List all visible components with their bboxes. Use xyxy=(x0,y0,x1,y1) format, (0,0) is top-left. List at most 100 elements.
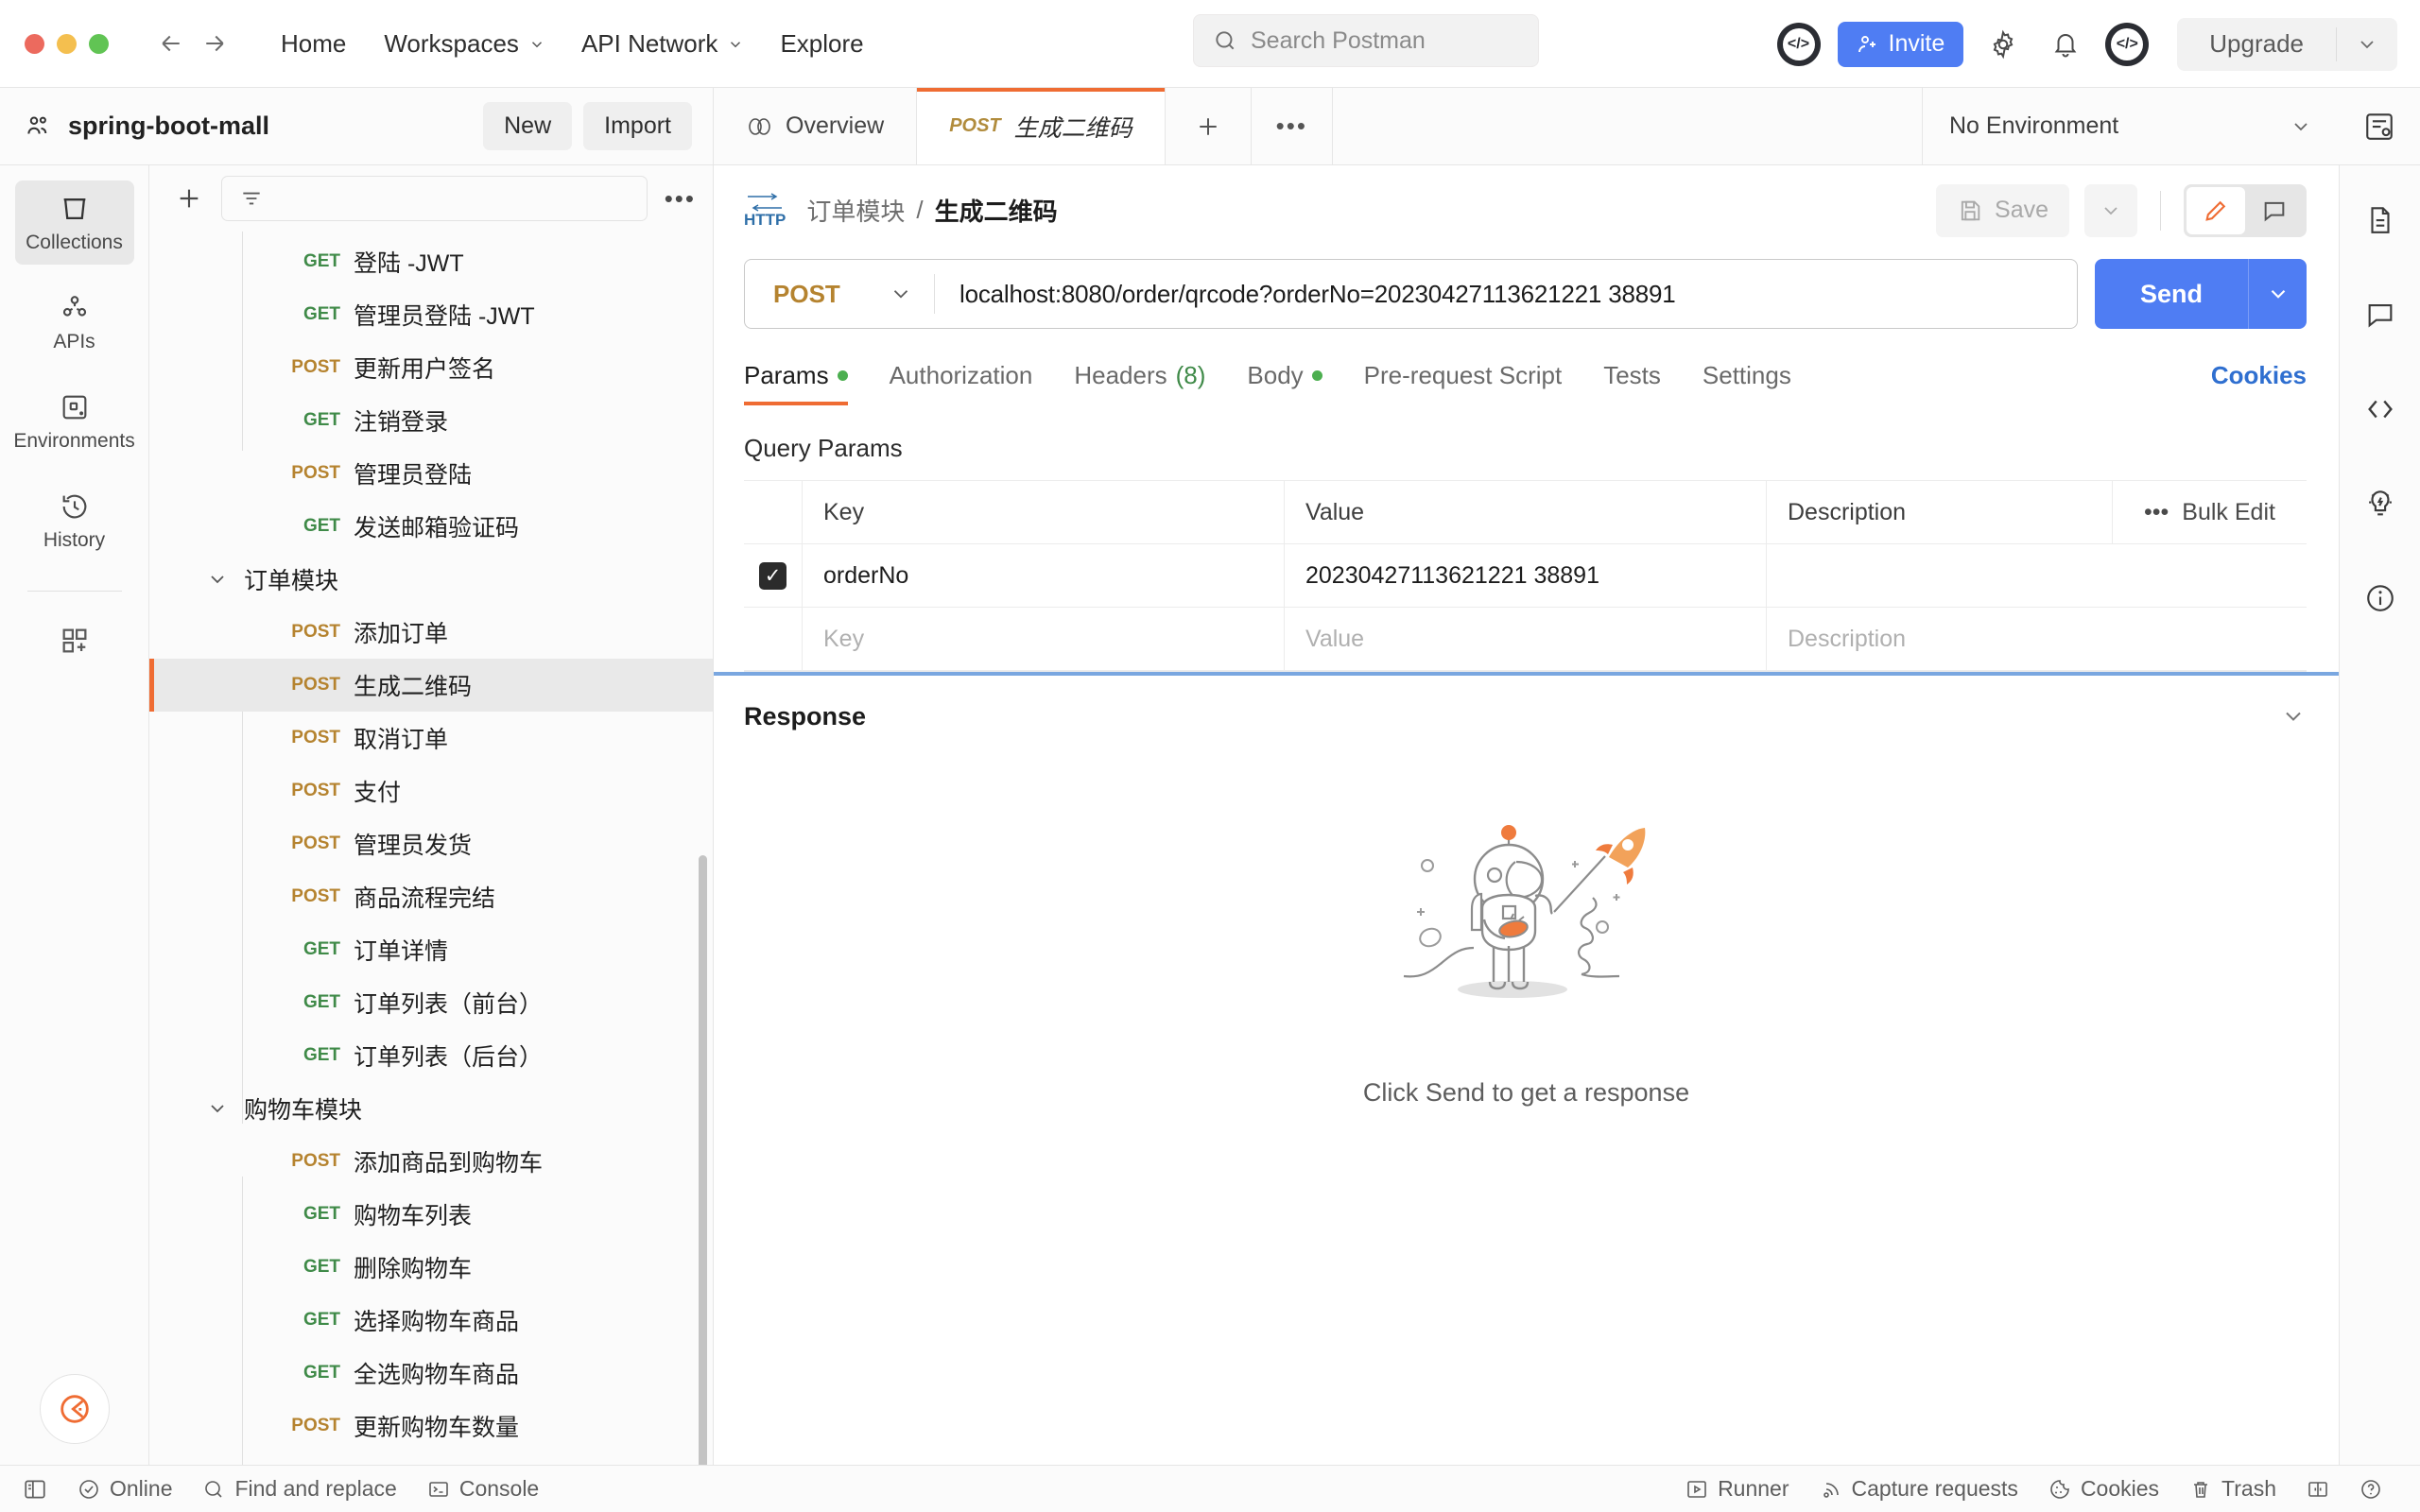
close-window-button[interactable] xyxy=(25,33,44,54)
tab-overview[interactable]: Overview xyxy=(714,88,918,164)
list-item-selected[interactable]: POST 生成二维码 xyxy=(149,659,713,712)
tab-pre-request-script[interactable]: Pre-request Script xyxy=(1364,352,1563,405)
code-icon[interactable] xyxy=(2354,383,2407,436)
list-item[interactable]: GET 注销登录 xyxy=(149,394,713,447)
chevron-down-icon[interactable] xyxy=(206,568,229,591)
bulk-edit-control[interactable]: ••• Bulk Edit xyxy=(2113,481,2307,543)
rail-item-environments[interactable]: Environments xyxy=(13,379,135,463)
documentation-icon[interactable] xyxy=(2354,194,2407,247)
method-selector[interactable]: POST xyxy=(745,280,934,309)
chevron-down-icon[interactable] xyxy=(889,282,913,306)
add-collection-icon[interactable] xyxy=(174,183,204,214)
tab-options-icon[interactable]: ••• xyxy=(1252,88,1333,164)
info-bulb-icon[interactable] xyxy=(2354,477,2407,530)
environment-quick-look-icon[interactable] xyxy=(2339,88,2420,164)
send-control[interactable]: Send xyxy=(2094,259,2307,329)
cookies-link[interactable]: Cookies xyxy=(2211,361,2307,405)
row-key-placeholder[interactable]: Key xyxy=(803,608,1285,670)
invite-button[interactable]: Invite xyxy=(1837,21,1964,67)
edit-pencil-icon[interactable] xyxy=(2187,186,2245,234)
menu-item-workspaces[interactable]: Workspaces xyxy=(365,22,562,66)
checkbox-checked-icon[interactable]: ✓ xyxy=(759,561,786,590)
list-item[interactable]: GET 发送邮箱验证码 xyxy=(149,500,713,553)
chevron-down-icon[interactable] xyxy=(206,1097,229,1120)
list-item[interactable]: GET 订单详情 xyxy=(149,923,713,976)
table-row[interactable]: ✓ orderNo 20230427113621221 38891 xyxy=(744,544,2307,608)
tab-settings[interactable]: Settings xyxy=(1703,352,1791,405)
chevron-down-icon[interactable] xyxy=(2280,703,2307,730)
menu-item-home[interactable]: Home xyxy=(262,22,365,66)
table-options-icon[interactable]: ••• xyxy=(2144,499,2169,526)
runner-button[interactable]: Runner xyxy=(1685,1476,1804,1502)
row-key[interactable]: orderNo xyxy=(803,544,1285,607)
user-avatar[interactable]: </> xyxy=(2105,22,2150,66)
bell-icon[interactable] xyxy=(2043,22,2088,67)
info-circle-icon[interactable] xyxy=(2354,572,2407,625)
list-item[interactable]: POST 商品流程完结 xyxy=(149,870,713,923)
tab-params[interactable]: Params xyxy=(744,352,848,405)
rail-item-add-module[interactable] xyxy=(15,612,134,667)
tab-body[interactable]: Body xyxy=(1247,352,1322,405)
list-item[interactable]: POST 取消订单 xyxy=(149,712,713,765)
rail-item-history[interactable]: History xyxy=(15,478,134,562)
tab-tests[interactable]: Tests xyxy=(1603,352,1661,405)
list-item[interactable]: GET 选择购物车商品 xyxy=(149,1294,713,1347)
postman-bot-icon[interactable] xyxy=(39,1374,110,1444)
list-item[interactable]: POST 管理员发货 xyxy=(149,817,713,870)
upgrade-control[interactable]: Upgrade xyxy=(2177,17,2397,71)
new-button[interactable]: New xyxy=(483,102,573,150)
environment-selector[interactable]: No Environment xyxy=(1923,88,2339,164)
breadcrumb[interactable]: 订单模块 / 生成二维码 xyxy=(806,193,1057,228)
list-item[interactable]: POST 添加商品到购物车 xyxy=(149,1135,713,1188)
save-options-chevron-icon[interactable] xyxy=(2084,183,2137,237)
help-button[interactable] xyxy=(2344,1478,2397,1501)
breadcrumb-parent[interactable]: 订单模块 xyxy=(806,193,905,228)
table-placeholder-row[interactable]: Key Value Description xyxy=(744,608,2307,671)
sidebar-scrollbar[interactable] xyxy=(699,855,707,1465)
window-controls[interactable] xyxy=(0,33,109,54)
row-description-placeholder[interactable]: Description xyxy=(1767,608,2307,670)
search-input[interactable]: Search Postman xyxy=(1193,14,1539,67)
tab-headers[interactable]: Headers (8) xyxy=(1074,352,1205,405)
menu-item-api-network[interactable]: API Network xyxy=(562,22,762,66)
layout-toggle-button[interactable] xyxy=(2291,1478,2344,1501)
comment-bubble-icon[interactable] xyxy=(2245,187,2304,234)
new-tab-button[interactable] xyxy=(1166,88,1252,164)
menu-item-explore[interactable]: Explore xyxy=(761,22,882,66)
collections-tree[interactable]: GET 登陆 -JWT GET 管理员登陆 -JWT POST 更新用户签名 G… xyxy=(149,232,713,1465)
chevron-down-icon[interactable] xyxy=(2337,33,2397,56)
online-status[interactable]: Online xyxy=(62,1476,187,1502)
find-and-replace-button[interactable]: Find and replace xyxy=(187,1476,411,1502)
row-checkbox-cell[interactable] xyxy=(744,608,803,670)
list-item[interactable]: GET 登陆 -JWT xyxy=(149,235,713,288)
rail-item-collections[interactable]: Collections xyxy=(14,180,134,265)
chevron-down-icon[interactable] xyxy=(2290,115,2312,138)
minimize-window-button[interactable] xyxy=(57,33,77,54)
import-button[interactable]: Import xyxy=(583,102,692,150)
url-input[interactable]: localhost:8080/order/qrcode?orderNo=2023… xyxy=(935,280,2077,309)
trash-button[interactable]: Trash xyxy=(2174,1476,2291,1502)
history-nav[interactable] xyxy=(152,25,233,62)
view-mode-toggle[interactable] xyxy=(2184,183,2307,237)
send-options-chevron-icon[interactable] xyxy=(2248,259,2307,329)
list-item[interactable]: POST 添加订单 xyxy=(149,606,713,659)
top-menu[interactable]: Home Workspaces API Network Explore xyxy=(262,22,883,66)
cookies-button[interactable]: Cookies xyxy=(2033,1476,2174,1502)
list-item[interactable]: POST 管理员登陆 xyxy=(149,447,713,500)
row-value[interactable]: 20230427113621221 38891 xyxy=(1285,544,1767,607)
list-item[interactable]: POST 更新用户签名 xyxy=(149,341,713,394)
url-box[interactable]: POST localhost:8080/order/qrcode?orderNo… xyxy=(744,259,2078,329)
list-item[interactable]: GET 全选购物车商品 xyxy=(149,1347,713,1400)
comments-icon[interactable] xyxy=(2354,288,2407,341)
row-value-placeholder[interactable]: Value xyxy=(1285,608,1767,670)
row-checkbox-cell[interactable]: ✓ xyxy=(744,544,803,607)
folder-item-cart-module[interactable]: 购物车模块 xyxy=(149,1082,713,1135)
collections-more-icon[interactable]: ••• xyxy=(665,184,696,214)
tab-authorization[interactable]: Authorization xyxy=(890,352,1033,405)
sidebar-toggle-button[interactable] xyxy=(23,1477,62,1502)
bulk-edit-label[interactable]: Bulk Edit xyxy=(2182,499,2275,526)
send-button[interactable]: Send xyxy=(2094,259,2248,329)
console-button[interactable]: Console xyxy=(412,1476,554,1502)
list-item[interactable]: POST 更新购物车数量 xyxy=(149,1400,713,1452)
back-arrow-icon[interactable] xyxy=(152,25,190,62)
